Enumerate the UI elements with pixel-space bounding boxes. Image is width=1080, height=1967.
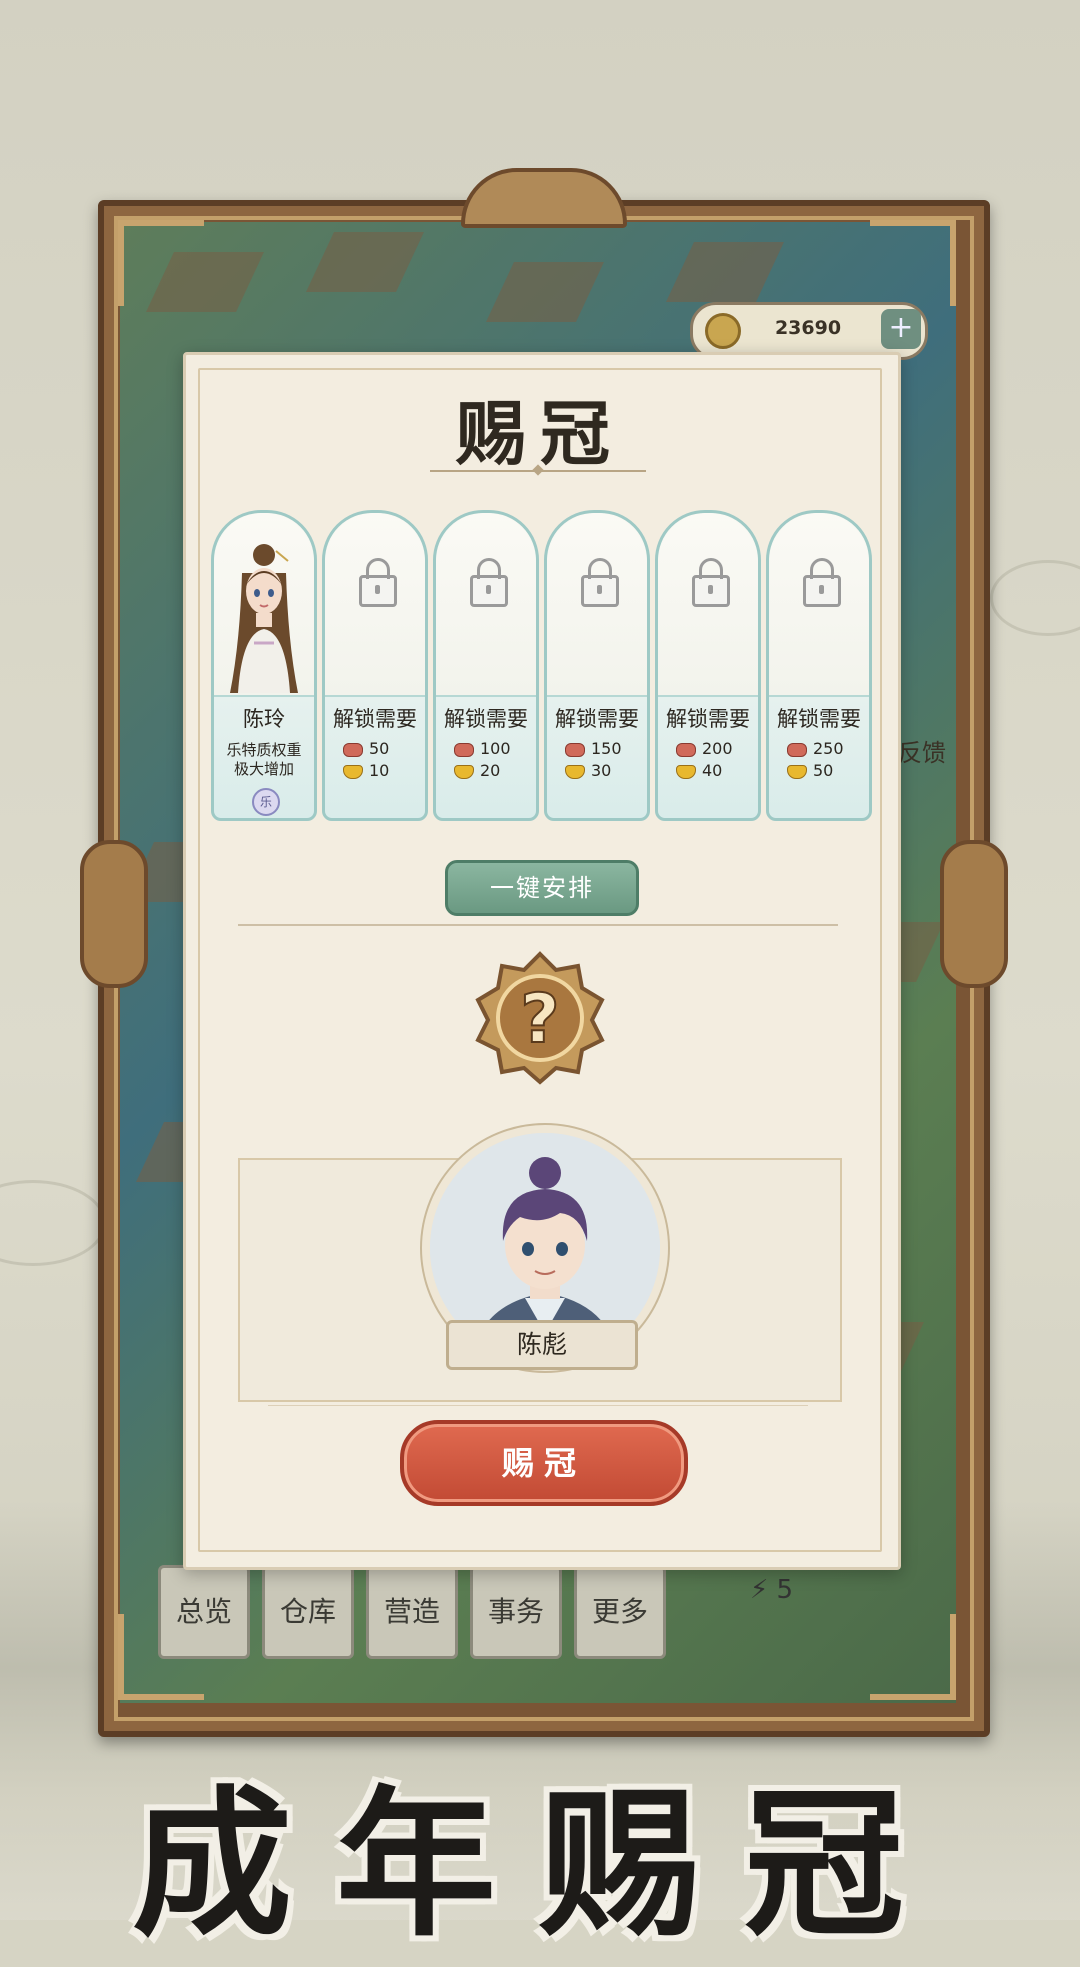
gold-ingot-icon bbox=[454, 764, 474, 779]
unlock-requirement-label: 解锁需要 bbox=[333, 707, 417, 731]
requirement-b-value: 20 bbox=[480, 761, 501, 780]
unlock-requirement-label: 解锁需要 bbox=[666, 707, 750, 731]
red-resource-icon bbox=[343, 742, 363, 757]
slot-card-locked[interactable]: 解锁需要 200 40 bbox=[655, 510, 761, 821]
section-divider bbox=[268, 1405, 808, 1406]
requirement-a: 250 bbox=[787, 739, 844, 758]
slot-card-locked[interactable]: 解锁需要 150 30 bbox=[544, 510, 650, 821]
frame-left-ornament bbox=[80, 840, 148, 988]
slot-card-locked[interactable]: 解锁需要 250 50 bbox=[766, 510, 872, 821]
requirement-b: 50 bbox=[787, 761, 833, 780]
frame-crest-ornament bbox=[461, 168, 627, 228]
card-portrait-area bbox=[214, 513, 314, 697]
gold-ingot-icon bbox=[676, 764, 696, 779]
card-portrait-area bbox=[658, 513, 758, 697]
red-resource-icon bbox=[676, 742, 696, 757]
character-name-plate: 陈彪 bbox=[446, 1320, 638, 1370]
requirement-a-value: 200 bbox=[702, 739, 733, 758]
requirement-b-value: 50 bbox=[813, 761, 834, 780]
card-portrait-area bbox=[547, 513, 647, 697]
red-resource-icon bbox=[454, 742, 474, 757]
requirement-a: 200 bbox=[676, 739, 733, 758]
auto-arrange-button[interactable]: 一键安排 bbox=[445, 860, 639, 916]
title-divider bbox=[430, 470, 646, 472]
requirement-a-value: 150 bbox=[591, 739, 622, 758]
requirement-a: 150 bbox=[565, 739, 622, 758]
lock-icon bbox=[359, 558, 397, 607]
feedback-label[interactable]: 反馈 bbox=[898, 733, 946, 768]
lock-icon bbox=[692, 558, 730, 607]
lock-icon bbox=[470, 558, 508, 607]
nav-warehouse[interactable]: 仓库 bbox=[262, 1565, 354, 1659]
card-character-name: 陈玲 bbox=[243, 707, 285, 731]
add-currency-button[interactable]: + bbox=[881, 309, 921, 349]
requirement-b: 40 bbox=[676, 761, 722, 780]
lock-icon bbox=[803, 558, 841, 607]
requirement-b: 30 bbox=[565, 761, 611, 780]
requirement-a-value: 250 bbox=[813, 739, 844, 758]
trait-line-2: 极大增加 bbox=[233, 760, 294, 778]
nav-overview[interactable]: 总览 bbox=[158, 1565, 250, 1659]
requirement-a: 50 bbox=[343, 739, 389, 758]
mystery-symbol: ? bbox=[520, 980, 559, 1059]
slot-card-locked[interactable]: 解锁需要 100 20 bbox=[433, 510, 539, 821]
red-resource-icon bbox=[787, 742, 807, 757]
nav-more[interactable]: 更多 bbox=[574, 1565, 666, 1659]
card-portrait-area bbox=[436, 513, 536, 697]
energy-value: 5 bbox=[776, 1575, 794, 1605]
bestow-crown-button[interactable]: 赐冠 bbox=[400, 1420, 688, 1506]
frame-right-ornament bbox=[940, 840, 1008, 988]
currency-value: 23690 bbox=[774, 317, 842, 339]
card-trait-text: 乐特质权重 极大增加 bbox=[216, 741, 312, 779]
slot-card-locked[interactable]: 解锁需要 50 10 bbox=[322, 510, 428, 821]
requirement-b-value: 30 bbox=[591, 761, 612, 780]
requirement-b-value: 40 bbox=[702, 761, 723, 780]
gold-ingot-icon bbox=[343, 764, 363, 779]
frame-corner-ornament bbox=[118, 220, 204, 306]
card-portrait-area bbox=[769, 513, 869, 697]
card-portrait-area bbox=[325, 513, 425, 697]
unlock-requirement-label: 解锁需要 bbox=[777, 707, 861, 731]
red-resource-icon bbox=[565, 742, 585, 757]
gold-ingot-icon bbox=[565, 764, 585, 779]
trait-badge-icon: 乐 bbox=[252, 788, 280, 816]
requirement-b: 10 bbox=[343, 761, 389, 780]
requirement-a-value: 100 bbox=[480, 739, 511, 758]
requirement-b: 20 bbox=[454, 761, 500, 780]
requirement-b-value: 10 bbox=[369, 761, 390, 780]
modal-title: 赐冠 bbox=[456, 392, 624, 475]
trait-line-1: 乐特质权重 bbox=[226, 741, 302, 759]
nav-build[interactable]: 营造 bbox=[366, 1565, 458, 1659]
requirement-a: 100 bbox=[454, 739, 511, 758]
gold-ingot-icon bbox=[787, 764, 807, 779]
mystery-medal-icon[interactable]: ? bbox=[472, 950, 608, 1086]
lock-icon bbox=[581, 558, 619, 607]
slot-card-unlocked[interactable]: 陈玲 乐特质权重 极大增加 乐 bbox=[211, 510, 317, 821]
promo-caption: 成年赐冠 bbox=[131, 1771, 948, 1958]
section-divider bbox=[238, 924, 838, 926]
coin-icon bbox=[705, 313, 741, 349]
requirement-a-value: 50 bbox=[369, 739, 390, 758]
unlock-requirement-label: 解锁需要 bbox=[444, 707, 528, 731]
unlock-requirement-label: 解锁需要 bbox=[555, 707, 639, 731]
nav-affairs[interactable]: 事务 bbox=[470, 1565, 562, 1659]
frame-corner-ornament bbox=[870, 1614, 956, 1700]
frame-corner-ornament bbox=[870, 220, 956, 306]
energy-counter: ⚡ 5 bbox=[750, 1575, 794, 1605]
girl-portrait bbox=[230, 544, 298, 693]
